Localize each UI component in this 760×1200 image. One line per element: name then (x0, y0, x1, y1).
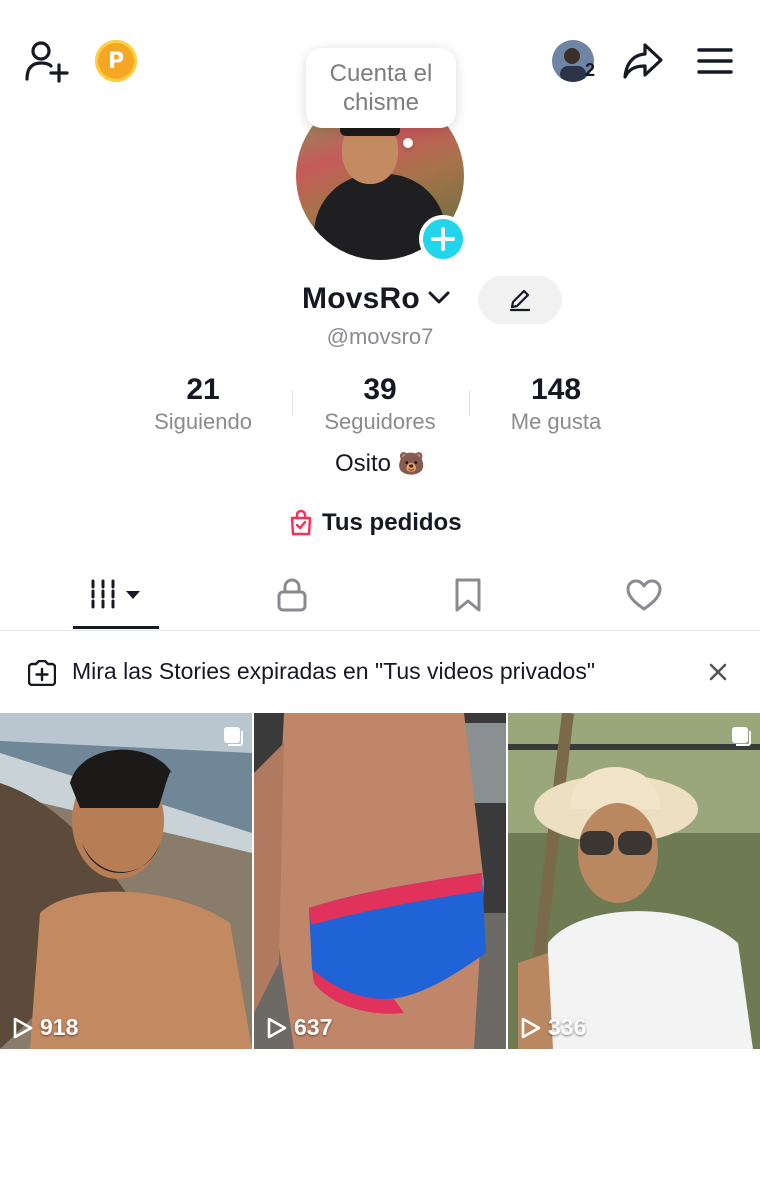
bio-text: Osito (334, 450, 391, 477)
stat-value: 39 (363, 373, 397, 406)
video-thumbnail[interactable]: 637 (254, 713, 506, 1049)
share-icon (623, 43, 663, 79)
profile-name[interactable]: MovsRo (302, 282, 420, 316)
menu-button[interactable] (694, 42, 736, 80)
bookmark-icon (455, 578, 481, 612)
view-count-value: 637 (294, 1014, 333, 1040)
coin-button[interactable]: P (95, 40, 137, 82)
play-icon (267, 1017, 287, 1038)
profile-bio: Osito 🐻 (0, 450, 760, 478)
add-friend-button[interactable] (22, 38, 70, 84)
status-bubble-text: Cuenta el chisme (329, 60, 433, 116)
active-tab-indicator (73, 626, 159, 629)
hamburger-menu-icon (697, 48, 733, 74)
view-count-value: 918 (40, 1014, 79, 1040)
edit-profile-button[interactable] (478, 276, 562, 324)
story-plus-icon (28, 660, 56, 686)
tab-saved[interactable] (373, 560, 563, 630)
chevron-down-icon (428, 291, 450, 304)
orders-label: Tus pedidos (322, 509, 462, 536)
stat-label: Me gusta (510, 409, 602, 434)
beach-photo (0, 713, 252, 1049)
close-icon (709, 663, 727, 681)
view-count: 637 (266, 1014, 332, 1041)
lock-icon (277, 578, 307, 612)
tab-videos[interactable] (21, 560, 211, 630)
coin-icon: P (107, 48, 125, 74)
torso-photo (254, 713, 506, 1049)
stat-value: 148 (530, 373, 582, 406)
add-user-icon (25, 41, 69, 83)
stat-label: Seguidores (324, 409, 436, 434)
view-count: 918 (12, 1014, 78, 1041)
status-bubble[interactable]: Cuenta el chisme (306, 48, 456, 128)
pencil-icon (509, 289, 531, 312)
account-dropdown[interactable] (428, 290, 450, 311)
stat-likes[interactable]: 148 Me gusta (466, 372, 646, 436)
stat-following[interactable]: 21 Siguiendo (113, 372, 293, 436)
heart-icon (626, 579, 662, 611)
shopping-bag-icon (290, 509, 312, 536)
plus-icon (431, 227, 455, 251)
multi-photo-icon (224, 727, 243, 746)
video-thumbnail[interactable]: 918 (0, 713, 252, 1049)
view-count: 336 (520, 1014, 586, 1041)
bear-emoji-icon: 🐻 (397, 451, 426, 476)
share-button[interactable] (620, 38, 666, 84)
tab-private[interactable] (197, 560, 387, 630)
play-icon (13, 1017, 33, 1038)
notification-count: 2 (585, 60, 596, 80)
add-story-button[interactable] (419, 215, 467, 263)
stat-label: Siguiendo (154, 409, 252, 434)
cowboy-hat-photo (508, 713, 760, 1049)
stat-value: 21 (186, 373, 220, 406)
close-banner-button[interactable] (706, 660, 730, 689)
tab-liked[interactable] (549, 560, 739, 630)
multi-photo-icon (732, 727, 751, 746)
profile-tabs (0, 560, 760, 631)
video-thumbnail[interactable]: 336 (508, 713, 760, 1049)
stat-followers[interactable]: 39 Seguidores (290, 372, 470, 436)
banner-text: Mira las Stories expiradas en "Tus video… (72, 658, 595, 684)
view-count-value: 336 (548, 1014, 587, 1040)
play-icon (521, 1017, 541, 1038)
grid-icon (91, 579, 140, 609)
orders-link[interactable]: Tus pedidos (288, 506, 462, 540)
bubble-tail (403, 138, 413, 148)
profile-handle: @movsro7 (326, 324, 434, 349)
